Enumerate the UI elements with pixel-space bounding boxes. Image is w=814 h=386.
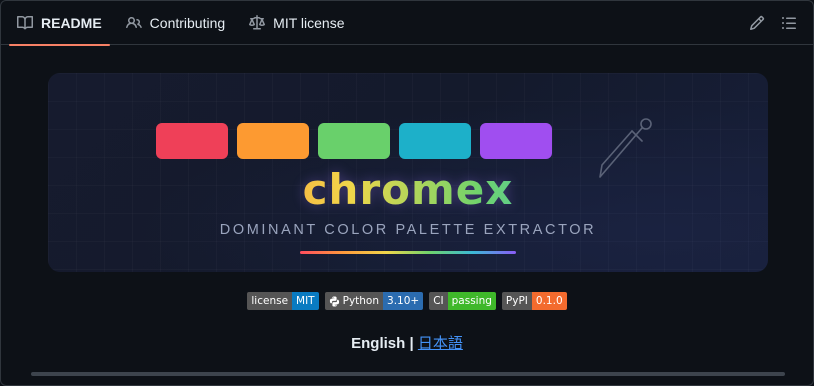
badge-python-value: 3.10+ xyxy=(383,292,424,310)
badge-license-value: MIT xyxy=(292,292,319,310)
python-icon xyxy=(329,295,339,307)
book-icon xyxy=(17,15,33,30)
badge-pypi-key: PyPI xyxy=(501,292,532,310)
tab-contributing[interactable]: Contributing xyxy=(114,1,238,45)
horizontal-scrollbar[interactable] xyxy=(31,372,785,376)
tab-license[interactable]: MIT license xyxy=(237,1,356,45)
swatch-green xyxy=(318,123,390,159)
badge-license-key: license xyxy=(247,292,293,310)
readme-panel: README Contributing MIT license chromex … xyxy=(0,0,814,386)
readme-tab-bar: README Contributing MIT license xyxy=(1,1,813,46)
tab-readme[interactable]: README xyxy=(5,1,114,46)
language-current: English xyxy=(351,335,406,352)
people-icon xyxy=(125,16,142,29)
outline-button[interactable] xyxy=(775,9,803,37)
badge-python[interactable]: Python 3.10+ xyxy=(324,292,424,310)
badge-python-key-wrap: Python xyxy=(324,292,384,310)
law-icon xyxy=(249,15,266,30)
badge-python-key: Python xyxy=(342,295,380,307)
badge-ci-key: CI xyxy=(429,292,448,310)
edit-file-button[interactable] xyxy=(743,9,771,37)
language-switcher: English | 日本語 xyxy=(1,332,813,353)
tab-readme-label: README xyxy=(41,15,102,31)
rainbow-underline xyxy=(300,251,516,254)
tab-contributing-label: Contributing xyxy=(149,15,226,31)
pencil-icon xyxy=(749,15,765,30)
tab-license-label: MIT license xyxy=(273,15,345,31)
banner-subtitle: DOMINANT COLOR PALETTE EXTRACTOR xyxy=(219,222,597,238)
badge-pypi-value: 0.1.0 xyxy=(531,292,567,310)
badge-ci[interactable]: CI passing xyxy=(429,292,496,310)
list-icon xyxy=(782,16,796,29)
banner-title: chromex xyxy=(48,165,768,214)
chromex-banner: chromex DOMINANT COLOR PALETTE EXTRACTOR xyxy=(48,73,768,272)
badge-pypi[interactable]: PyPI 0.1.0 xyxy=(501,292,567,310)
badge-license[interactable]: license MIT xyxy=(247,292,319,310)
badge-ci-value: passing xyxy=(447,292,496,310)
language-separator: | xyxy=(405,335,418,352)
swatch-cyan xyxy=(399,123,471,159)
language-link-japanese[interactable]: 日本語 xyxy=(418,335,463,352)
swatch-orange xyxy=(237,123,309,159)
badge-row: license MIT Python 3.10+ CI passing PyPI… xyxy=(1,292,813,310)
swatch-red xyxy=(156,123,228,159)
readme-actions xyxy=(743,1,813,44)
swatch-purple xyxy=(480,123,552,159)
